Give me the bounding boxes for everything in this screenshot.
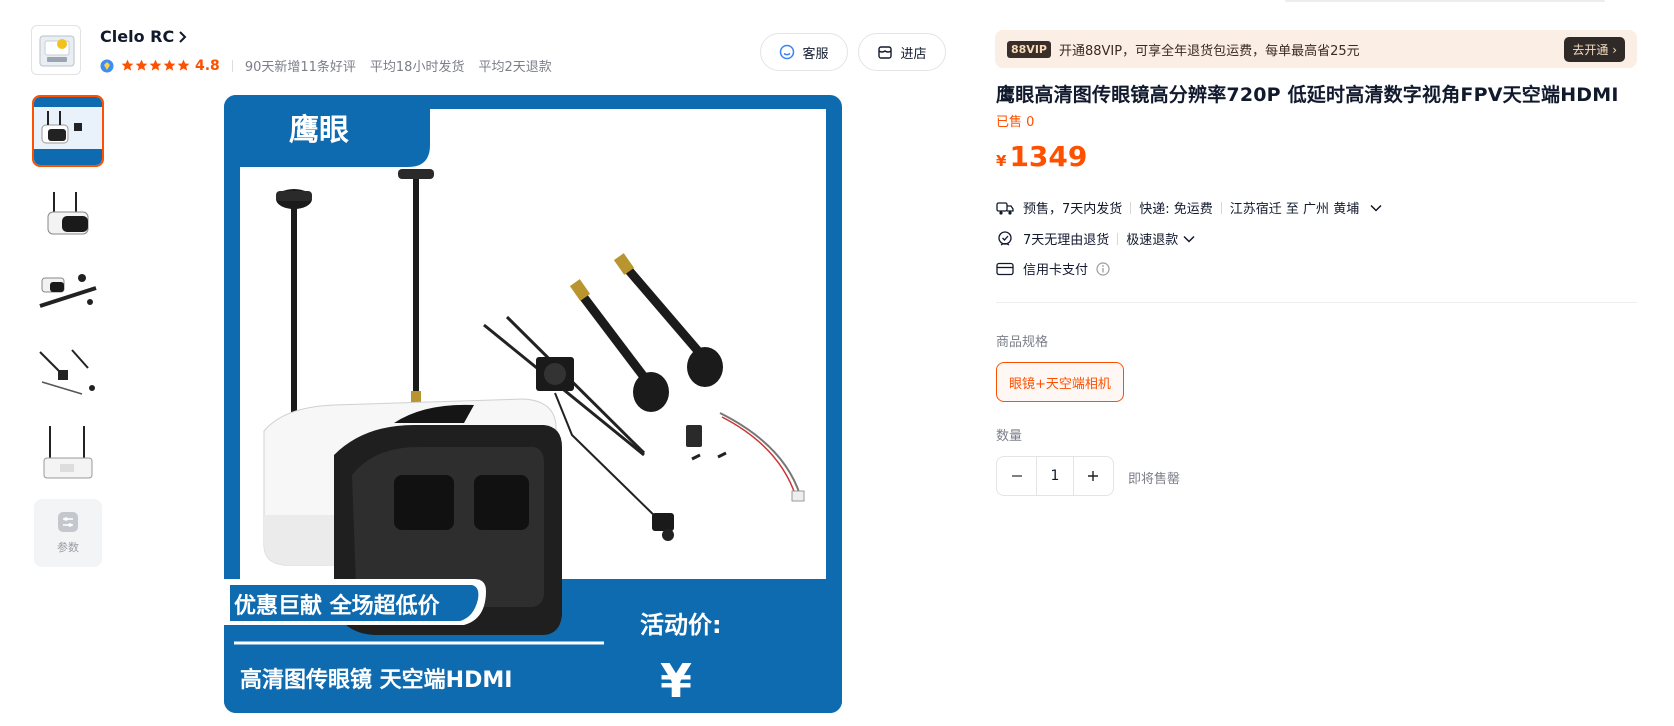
refund-text: 极速退款 bbox=[1126, 233, 1179, 248]
shop-meta: 4.8 90天新增11条好评 平均18小时发货 平均2天退款 bbox=[100, 56, 566, 75]
spec-label: 商品规格 bbox=[996, 335, 1049, 350]
quantity-label: 数量 bbox=[996, 429, 1023, 444]
thumbnail-image bbox=[32, 178, 104, 250]
payment-row: 信用卡支付 bbox=[996, 259, 1110, 278]
store-icon bbox=[878, 46, 893, 59]
divider bbox=[1117, 232, 1119, 245]
chevron-down-icon[interactable] bbox=[1369, 201, 1383, 215]
image-subtitle: 高清图传眼镜 天空端HDMI bbox=[240, 667, 512, 693]
thumbnail-image bbox=[32, 338, 104, 410]
price: ¥ 1349 bbox=[996, 140, 1087, 173]
route-text: 江苏宿迁 至 广州 黄埔 bbox=[1229, 202, 1360, 217]
params-icon bbox=[58, 512, 78, 532]
main-product-image[interactable]: 鹰眼 优惠巨献 全场超低价 高清图传眼镜 天空端HDMI 活动价: ¥ bbox=[224, 95, 842, 713]
rating-stars bbox=[121, 59, 190, 72]
return-guarantee-icon bbox=[996, 230, 1014, 248]
quantity-input[interactable]: 1 bbox=[1036, 457, 1074, 495]
shop-stat-shipping: 平均18小时发货 bbox=[369, 60, 465, 75]
thumbnail-image bbox=[34, 97, 102, 165]
info-icon[interactable] bbox=[1096, 261, 1110, 276]
image-activity-label: 活动价: bbox=[640, 611, 722, 639]
section-divider bbox=[996, 302, 1637, 303]
star-icon bbox=[121, 59, 134, 71]
thumbnail-image bbox=[32, 258, 104, 330]
enter-shop-label: 进店 bbox=[900, 46, 927, 62]
increase-button[interactable] bbox=[1074, 457, 1113, 495]
shipping-text: 快递: 免运费 bbox=[1139, 202, 1213, 217]
divider bbox=[1220, 201, 1222, 214]
guarantee-row[interactable]: 7天无理由退货 极速退款 bbox=[996, 229, 1196, 248]
chevron-down-icon[interactable] bbox=[1182, 232, 1196, 246]
star-icon bbox=[135, 59, 148, 71]
credit-card-icon bbox=[996, 260, 1014, 278]
image-currency: ¥ bbox=[660, 654, 692, 708]
presale-text: 预售，7天内发货 bbox=[1023, 202, 1123, 217]
stock-note: 即将售罄 bbox=[1128, 472, 1181, 487]
thumbnail-3[interactable] bbox=[32, 258, 104, 330]
top-edge-divider bbox=[1285, 0, 1605, 2]
shop-stat-refund: 平均2天退款 bbox=[478, 60, 552, 75]
thumbnail-image bbox=[32, 418, 104, 490]
params-button[interactable]: 参数 bbox=[34, 499, 102, 567]
vip-banner[interactable]: 88VIP 开通88VIP，可享全年退货包运费，每单最高省25元 去开通 › bbox=[995, 30, 1637, 68]
customer-service-label: 客服 bbox=[802, 46, 829, 62]
divider bbox=[1130, 201, 1132, 214]
decrease-button[interactable] bbox=[997, 457, 1036, 495]
shop-stat-reviews: 90天新增11条好评 bbox=[244, 60, 356, 75]
product-title: 鹰眼高清图传眼镜高分辨率720P 低延时高清数字视角FPV天空端HDMI bbox=[996, 84, 1619, 106]
quantity-stepper: 1 bbox=[996, 456, 1114, 496]
image-promo-text: 优惠巨献 全场超低价 bbox=[234, 593, 441, 619]
thumbnail-2[interactable] bbox=[32, 178, 104, 250]
shop-logo-image bbox=[39, 35, 75, 67]
truck-icon bbox=[996, 199, 1014, 217]
customer-service-button[interactable]: 客服 bbox=[760, 33, 848, 71]
star-icon bbox=[177, 59, 190, 71]
star-icon bbox=[163, 59, 176, 71]
chat-smile-icon bbox=[780, 44, 795, 60]
vip-text: 开通88VIP，可享全年退货包运费，每单最高省25元 bbox=[1058, 43, 1360, 59]
vip-open-button[interactable]: 去开通 › bbox=[1564, 36, 1625, 62]
thumbnail-1[interactable] bbox=[32, 95, 104, 167]
enter-shop-button[interactable]: 进店 bbox=[858, 33, 946, 71]
star-icon bbox=[149, 59, 162, 71]
shop-rating: 4.8 bbox=[195, 57, 220, 74]
params-label: 参数 bbox=[57, 541, 79, 554]
delivery-row[interactable]: 预售，7天内发货 快递: 免运费 江苏宿迁 至 广州 黄埔 bbox=[996, 198, 1383, 217]
chevron-right-icon bbox=[179, 30, 187, 43]
price-currency: ¥ bbox=[996, 152, 1007, 170]
shop-name-text: Clelo RC bbox=[100, 27, 175, 46]
sold-count: 已售 0 bbox=[996, 115, 1035, 130]
shop-badge-icon bbox=[100, 59, 114, 72]
thumbnail-5[interactable] bbox=[32, 418, 104, 490]
price-value: 1349 bbox=[1009, 140, 1088, 173]
thumbnail-4[interactable] bbox=[32, 338, 104, 410]
shop-name[interactable]: Clelo RC bbox=[100, 27, 188, 46]
spec-option-selected[interactable]: 眼镜+天空端相机 bbox=[996, 362, 1124, 402]
vip-tag: 88VIP bbox=[1007, 40, 1051, 58]
returns-text: 7天无理由退货 bbox=[1023, 233, 1110, 248]
image-headline: 鹰眼 bbox=[289, 113, 349, 148]
payment-text: 信用卡支付 bbox=[1023, 263, 1089, 278]
minus-icon bbox=[1011, 475, 1022, 477]
plus-icon bbox=[1088, 471, 1099, 481]
product-photo: 鹰眼 优惠巨献 全场超低价 高清图传眼镜 天空端HDMI 活动价: ¥ bbox=[224, 95, 842, 713]
shop-logo[interactable] bbox=[31, 25, 81, 75]
divider bbox=[231, 59, 233, 72]
